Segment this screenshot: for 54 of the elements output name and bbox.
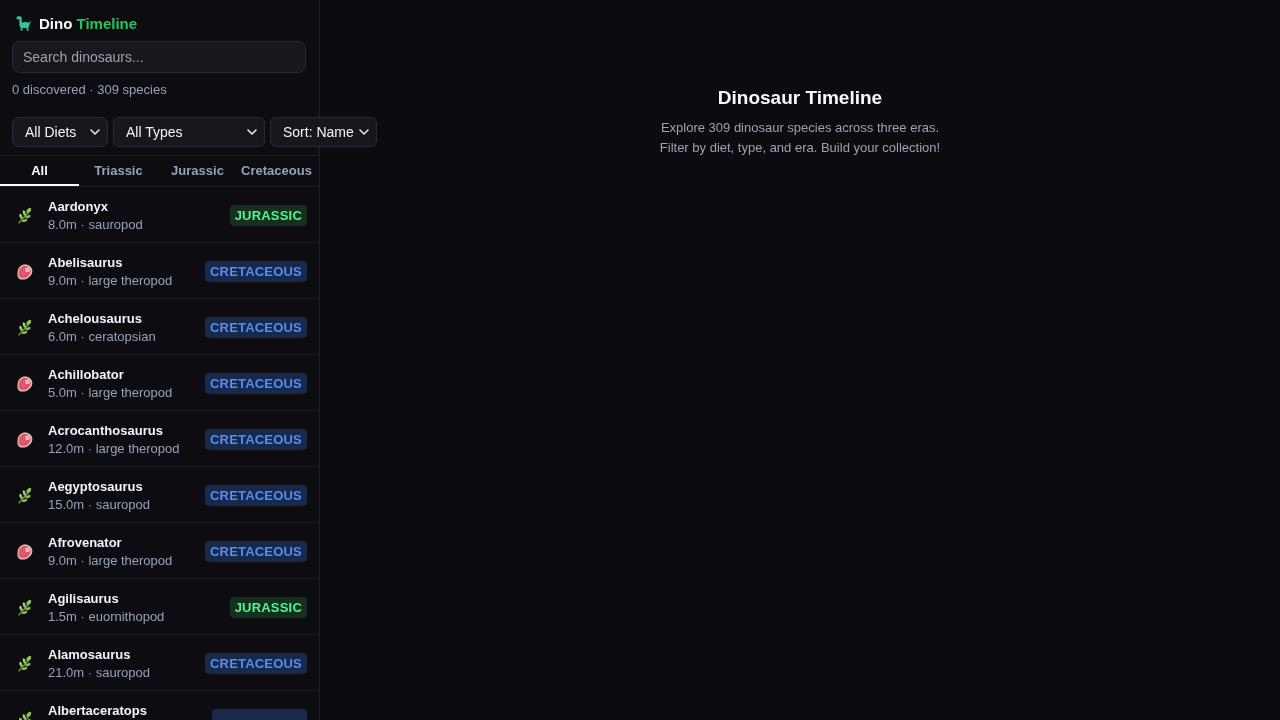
species-name: Achelousaurus [48, 310, 142, 328]
species-name: Aegyptosaurus [48, 478, 143, 496]
era-tab[interactable]: Triassic [79, 156, 158, 186]
era-badge: JURASSIC [229, 205, 307, 226]
era-tab[interactable]: Jurassic [158, 156, 237, 186]
sort-select[interactable]: Sort: Name [270, 117, 377, 147]
era-badge: CRETACEOUS [204, 317, 307, 338]
species-details: 12.0m · large theropod [48, 440, 180, 458]
page-title: Dinosaur Timeline [717, 87, 883, 109]
species-name: Albertaceratops [48, 702, 147, 720]
species-name: Achillobator [48, 366, 124, 384]
era-tab[interactable]: Cretaceous [237, 156, 316, 186]
era-badge: JURASSIC [229, 597, 307, 618]
species-details: 15.0m · sauropod [48, 496, 150, 514]
meat-icon [16, 263, 34, 281]
type-select[interactable]: All Types [113, 117, 265, 147]
dinosaur-icon [15, 15, 32, 31]
meat-icon [16, 375, 34, 393]
leaf-icon [16, 487, 34, 505]
species-name: Agilisaurus [48, 590, 119, 608]
leaf-icon [16, 655, 34, 673]
diet-select[interactable]: All Diets [12, 117, 108, 147]
chevron-down-icon [359, 129, 369, 135]
species-details: 6.0m · ceratopsian [48, 328, 156, 346]
chevron-down-icon [247, 129, 257, 135]
species-details: 5.0m · large theropod [48, 384, 173, 402]
leaf-icon [16, 207, 34, 225]
era-tab[interactable]: All [0, 156, 79, 186]
era-badge: CRETACEOUS [204, 653, 307, 674]
era-badge: CRETACEOUS [204, 485, 307, 506]
species-name: Abelisaurus [48, 254, 123, 272]
collection-stats: 0 discovered · 309 species [12, 82, 167, 98]
species-name: Acrocanthosaurus [48, 422, 163, 440]
page-description: Explore 309 dinosaur species across three eras. [660, 119, 940, 137]
app-title: Dino Timeline [39, 14, 138, 32]
species-details: 8.0m · sauropod [48, 216, 143, 234]
chevron-down-icon [90, 129, 100, 135]
leaf-icon [16, 319, 34, 337]
species-details: 9.0m · large theropod [48, 552, 173, 570]
meat-icon [16, 431, 34, 449]
species-name: Afrovenator [48, 534, 122, 552]
species-name: Alamosaurus [48, 646, 131, 664]
leaf-icon [16, 599, 34, 617]
species-name: Aardonyx [48, 198, 108, 216]
search-field[interactable]: Search dinosaurs... [12, 41, 306, 73]
era-badge: CRETACEOUS [204, 541, 307, 562]
species-details: 1.5m · euornithopod [48, 608, 165, 626]
species-details: 21.0m · sauropod [48, 664, 150, 682]
era-badge: CRETACEOUS [204, 429, 307, 450]
era-badge: CRETACEOUS [204, 261, 307, 282]
era-badge: CRETACEOUS [204, 373, 307, 394]
meat-icon [16, 543, 34, 561]
species-details: 9.0m · large theropod [48, 272, 173, 290]
page-description: Filter by diet, type, and era. Build your collection! [659, 139, 941, 157]
